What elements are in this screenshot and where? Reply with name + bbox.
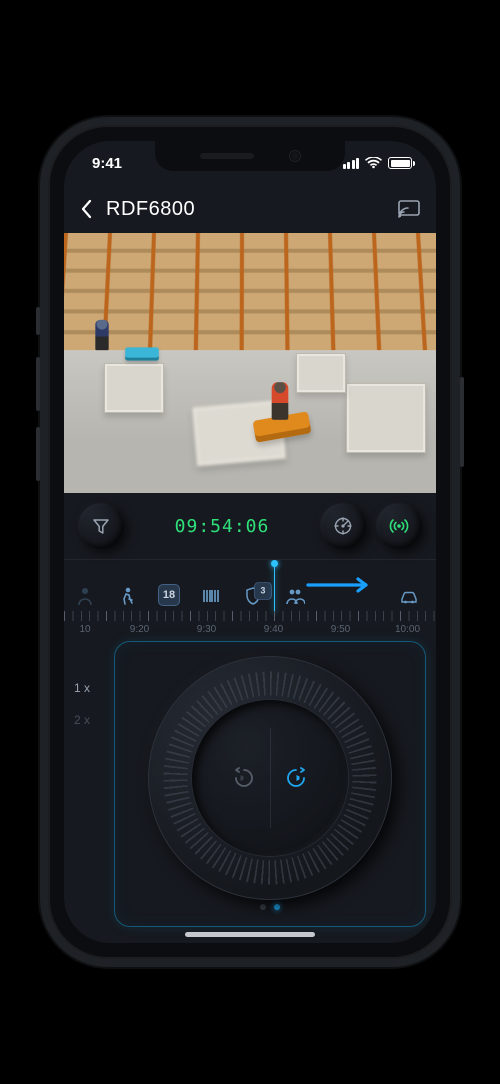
step-back-icon (229, 765, 255, 791)
timeline-playhead[interactable] (274, 563, 275, 613)
timeline-label: 9:40 (240, 624, 307, 635)
camera-video-feed[interactable] (64, 233, 436, 493)
group-icon (285, 586, 305, 606)
phone-device-frame: 9:41 (50, 127, 450, 957)
walk-icon (117, 586, 137, 606)
step-forward-button[interactable] (285, 765, 311, 791)
count-badge: 18 (158, 584, 180, 606)
timeline-event-walk[interactable] (106, 586, 148, 606)
timeline-event-car[interactable] (388, 586, 430, 606)
person-icon (75, 586, 95, 606)
front-camera (290, 151, 300, 161)
screen: 9:41 (64, 141, 436, 943)
timeline-event-barcode[interactable] (190, 586, 232, 606)
mute-switch (36, 307, 40, 335)
timeline-label: 9:30 (173, 624, 240, 635)
jog-frame (114, 641, 426, 927)
header: RDF6800 (64, 185, 436, 233)
speed-option[interactable]: 1 x (74, 681, 108, 695)
playback-controls: 09:54:06 (64, 493, 436, 559)
volume-up-button (36, 357, 40, 411)
cast-icon (398, 200, 420, 218)
ptz-button[interactable] (320, 503, 366, 549)
count-badge: 3 (254, 582, 272, 600)
jog-panel: 1 x 2 x (64, 635, 436, 943)
filter-button[interactable] (78, 503, 124, 549)
barcode-icon (201, 586, 221, 606)
timeline-label: 10:00 (374, 624, 436, 635)
step-forward-icon (285, 765, 311, 791)
timeline-label: 9:50 (307, 624, 374, 635)
earpiece (200, 153, 254, 159)
broadcast-icon (388, 518, 410, 534)
wifi-icon (365, 157, 382, 169)
speed-option[interactable]: 2 x (74, 713, 108, 727)
timeline-time-labels: 109:209:309:409:5010:00 (64, 624, 436, 635)
status-time: 9:41 (92, 155, 122, 172)
playback-speed-selector[interactable]: 1 x 2 x (74, 641, 108, 927)
timeline-ticks (64, 611, 436, 621)
timeline-label: 10 (64, 624, 106, 635)
timeline-motion-arrow-icon (306, 576, 378, 594)
jog-center (192, 700, 348, 856)
chevron-left-icon (80, 199, 92, 219)
event-timeline[interactable]: 18 3 109:209:309:409:5010:00 (64, 559, 436, 635)
back-button[interactable] (80, 199, 92, 219)
volume-down-button (36, 427, 40, 481)
timecode-display: 09:54:06 (134, 516, 310, 537)
home-indicator[interactable] (185, 932, 315, 937)
page-title: RDF6800 (106, 198, 195, 221)
timeline-event-person[interactable] (64, 586, 106, 606)
radar-icon (333, 516, 353, 536)
step-back-button[interactable] (229, 765, 255, 791)
pagination-dots[interactable] (260, 904, 280, 910)
timeline-event-walk[interactable] (430, 586, 436, 606)
cellular-signal-icon (343, 158, 360, 169)
funnel-icon (92, 517, 110, 535)
timeline-label: 9:20 (106, 624, 173, 635)
page-dot[interactable] (260, 904, 266, 910)
car-icon (399, 586, 419, 606)
page-dot[interactable] (274, 904, 280, 910)
go-live-button[interactable] (376, 503, 422, 549)
jog-wheel[interactable] (148, 656, 392, 900)
power-button (460, 377, 464, 467)
battery-icon (388, 157, 412, 169)
timeline-event-shield[interactable]: 3 (232, 586, 274, 606)
cast-button[interactable] (398, 200, 420, 218)
timeline-event-badge[interactable]: 18 (148, 584, 190, 606)
device-notch (155, 141, 345, 171)
